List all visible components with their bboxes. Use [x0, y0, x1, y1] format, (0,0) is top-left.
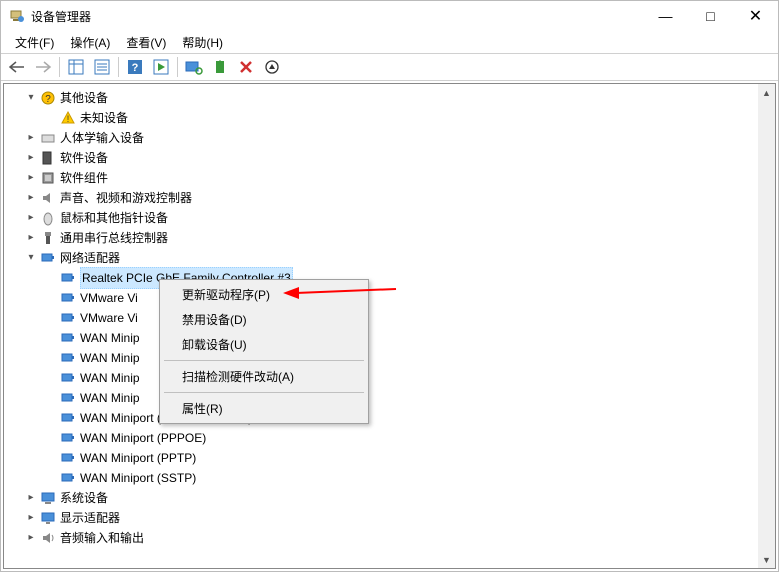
software-device-icon [40, 150, 56, 166]
tree-node-wan3[interactable]: WAN Minip [8, 368, 758, 388]
other-devices-icon: ? [40, 90, 56, 106]
forward-button[interactable] [31, 55, 55, 79]
action-toolbar-button[interactable] [149, 55, 173, 79]
ctx-uninstall-device[interactable]: 卸载设备(U) [162, 332, 366, 357]
speaker-icon [40, 190, 56, 206]
tree-node-wan-sstp[interactable]: WAN Miniport (SSTP) [8, 468, 758, 488]
tree-node-audio-io[interactable]: ▸音频输入和输出 [8, 528, 758, 548]
title-bar: 设备管理器 — □ ✕ [1, 1, 778, 31]
disable-toolbar-button[interactable] [234, 55, 258, 79]
tree-node-wan4[interactable]: WAN Minip [8, 388, 758, 408]
tree-node-other-devices[interactable]: ▾?其他设备 [8, 88, 758, 108]
network-adapter-icon [60, 410, 76, 426]
tree-node-vmware2[interactable]: VMware Vi [8, 308, 758, 328]
keyboard-icon [40, 130, 56, 146]
tree-node-network-adapters[interactable]: ▾网络适配器 [8, 248, 758, 268]
window-title: 设备管理器 [31, 8, 643, 25]
network-adapter-icon [60, 470, 76, 486]
svg-text:?: ? [45, 94, 51, 105]
maximize-button[interactable]: □ [688, 1, 733, 31]
back-button[interactable] [5, 55, 29, 79]
network-adapter-icon [60, 290, 76, 306]
help-toolbar-button[interactable]: ? [123, 55, 147, 79]
computer-icon [40, 490, 56, 506]
ctx-disable-device[interactable]: 禁用设备(D) [162, 307, 366, 332]
tree-node-mouse[interactable]: ▸鼠标和其他指针设备 [8, 208, 758, 228]
network-adapter-icon [60, 390, 76, 406]
tree-node-software-devices[interactable]: ▸软件设备 [8, 148, 758, 168]
tree-node-hid[interactable]: ▸人体学输入设备 [8, 128, 758, 148]
tree-node-display-adapters[interactable]: ▸显示适配器 [8, 508, 758, 528]
minimize-button[interactable]: — [643, 1, 688, 31]
scroll-up-button[interactable]: ▲ [758, 84, 775, 101]
uninstall-toolbar-button[interactable] [260, 55, 284, 79]
toolbar-separator [177, 57, 178, 77]
menu-help[interactable]: 帮助(H) [174, 32, 231, 53]
usb-icon [40, 230, 56, 246]
menu-view[interactable]: 查看(V) [118, 32, 174, 53]
display-icon [40, 510, 56, 526]
tree-node-usb[interactable]: ▸通用串行总线控制器 [8, 228, 758, 248]
toolbar: ? [1, 53, 778, 81]
network-adapter-icon [60, 350, 76, 366]
update-driver-toolbar-button[interactable] [208, 55, 232, 79]
tree-node-wan1[interactable]: WAN Minip [8, 328, 758, 348]
tree-node-wan-pptp[interactable]: WAN Miniport (PPTP) [8, 448, 758, 468]
show-hide-tree-button[interactable] [64, 55, 88, 79]
vertical-scrollbar[interactable]: ▲ ▼ [758, 84, 775, 568]
menu-file[interactable]: 文件(F) [7, 32, 62, 53]
network-adapter-icon [60, 430, 76, 446]
toolbar-separator [118, 57, 119, 77]
client-area: ▾?其他设备 !未知设备 ▸人体学输入设备 ▸软件设备 ▸软件组件 ▸声音、视频… [3, 83, 776, 569]
window-controls: — □ ✕ [643, 1, 778, 31]
tree-node-unknown-device[interactable]: !未知设备 [8, 108, 758, 128]
tree-node-wan2[interactable]: WAN Minip [8, 348, 758, 368]
app-icon [9, 8, 25, 24]
scroll-down-button[interactable]: ▼ [758, 551, 775, 568]
ctx-separator [164, 360, 364, 361]
audio-icon [40, 530, 56, 546]
ctx-properties[interactable]: 属性(R) [162, 396, 366, 421]
device-tree[interactable]: ▾?其他设备 !未知设备 ▸人体学输入设备 ▸软件设备 ▸软件组件 ▸声音、视频… [4, 84, 758, 568]
toolbar-separator [59, 57, 60, 77]
network-adapter-icon [60, 330, 76, 346]
ctx-separator [164, 392, 364, 393]
network-adapter-icon [60, 310, 76, 326]
svg-text:!: ! [67, 114, 70, 124]
network-adapter-icon [40, 250, 56, 266]
ctx-scan-hardware[interactable]: 扫描检测硬件改动(A) [162, 364, 366, 389]
scan-hardware-button[interactable] [182, 55, 206, 79]
properties-toolbar-button[interactable] [90, 55, 114, 79]
tree-node-software-components[interactable]: ▸软件组件 [8, 168, 758, 188]
svg-text:?: ? [132, 62, 139, 74]
network-adapter-icon [60, 450, 76, 466]
network-adapter-icon [60, 270, 76, 286]
mouse-icon [40, 210, 56, 226]
annotation-arrow [281, 283, 401, 303]
menu-action[interactable]: 操作(A) [62, 32, 118, 53]
tree-node-wan-nm[interactable]: WAN Miniport (Network Monitor) [8, 408, 758, 428]
tree-node-wan-pppoe[interactable]: WAN Miniport (PPPOE) [8, 428, 758, 448]
tree-node-sound[interactable]: ▸声音、视频和游戏控制器 [8, 188, 758, 208]
warning-icon: ! [60, 110, 76, 126]
network-adapter-icon [60, 370, 76, 386]
menu-bar: 文件(F) 操作(A) 查看(V) 帮助(H) [1, 31, 778, 53]
component-icon [40, 170, 56, 186]
tree-node-system-devices[interactable]: ▸系统设备 [8, 488, 758, 508]
close-button[interactable]: ✕ [733, 1, 778, 31]
